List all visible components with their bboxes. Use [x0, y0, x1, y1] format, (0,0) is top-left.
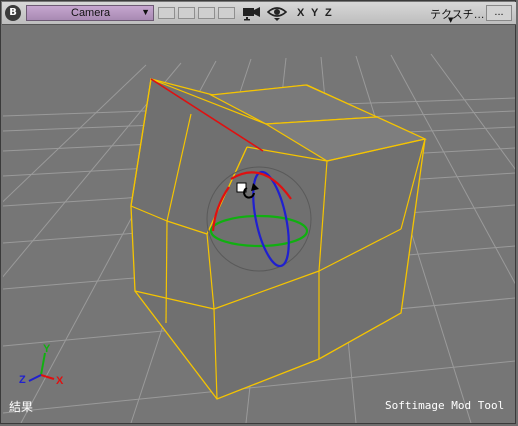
view-slot-3[interactable] [198, 7, 215, 19]
axis-y-toggle[interactable]: Y [311, 7, 318, 19]
3d-viewport[interactable]: Y X Z [3, 25, 515, 423]
view-slot-4[interactable] [218, 7, 235, 19]
axis-gizmo-x-label: X [56, 375, 64, 387]
chevron-down-icon: ▼ [141, 7, 150, 17]
texture-menu[interactable]: テクスチ… [430, 6, 485, 22]
app-name-label: Softimage Mod Tool [385, 399, 505, 412]
camera-icon[interactable] [242, 5, 262, 25]
axis-z-toggle[interactable]: Z [325, 7, 332, 19]
axis-gizmo-z-label: Z [19, 374, 26, 386]
axis-x-toggle[interactable]: X [297, 7, 304, 19]
status-result-label: 結果 [9, 400, 34, 414]
viewport-b-button[interactable]: B [5, 5, 21, 21]
view-slot-2[interactable] [178, 7, 195, 19]
axis-gizmo-y-label: Y [43, 343, 51, 355]
viewport-toolbar: B Camera ▼ X Y Z テクスチ… ▼ ... [2, 2, 516, 25]
viewport-frame: B Camera ▼ X Y Z テクスチ… ▼ ... Y X Z 結果 So… [0, 0, 516, 424]
camera-dropdown[interactable]: Camera ▼ [26, 5, 154, 21]
camera-dropdown-label: Camera [71, 7, 111, 19]
eye-icon[interactable] [266, 5, 288, 25]
more-options-button[interactable]: ... [486, 5, 512, 21]
view-slot-1[interactable] [158, 7, 175, 19]
chevron-down-icon: ▼ [448, 16, 454, 24]
